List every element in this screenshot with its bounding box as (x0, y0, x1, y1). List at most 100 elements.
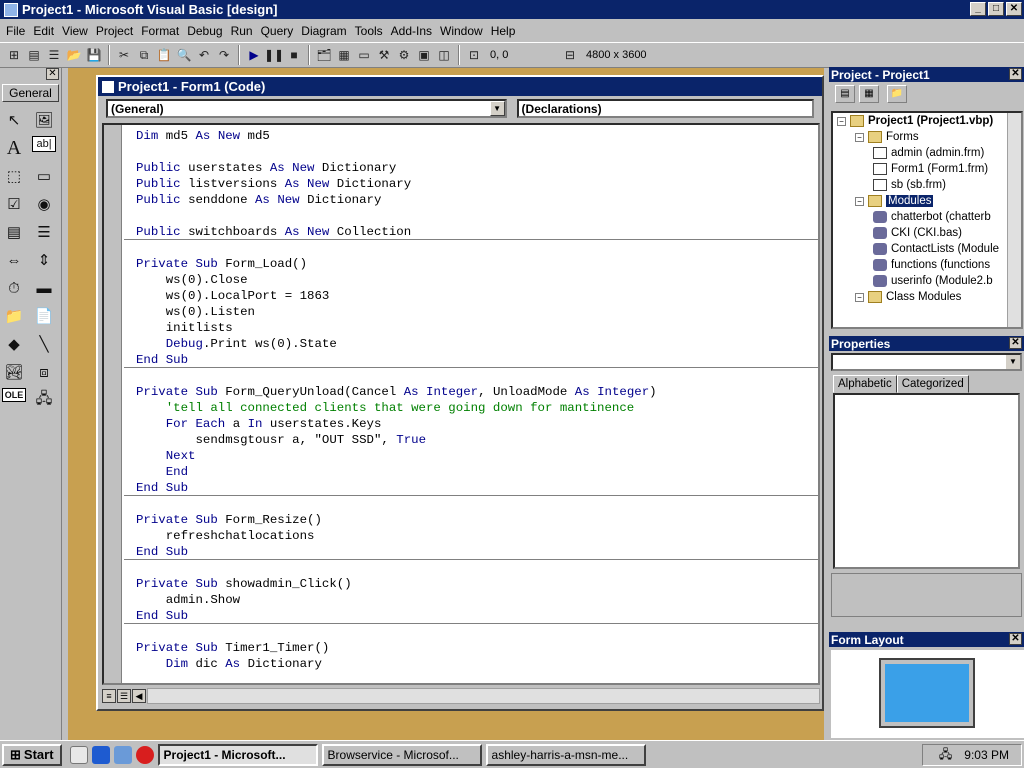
toggle-folders-icon[interactable]: 📁 (887, 85, 907, 103)
collapse-toggle-icon[interactable]: − (855, 132, 864, 142)
picturebox-icon[interactable]: 🖼 (32, 108, 56, 132)
code-line[interactable]: Dim md5 As New md5 (136, 128, 657, 144)
hscrollbar-icon[interactable]: ⇔ (2, 248, 26, 272)
collapse-toggle-icon[interactable]: − (837, 116, 846, 126)
menu-help[interactable]: Help (487, 24, 520, 38)
code-line[interactable]: initlists (136, 320, 657, 336)
vscrollbar-icon[interactable]: ⇕ (32, 248, 56, 272)
toolbox-general-tab[interactable]: General (2, 84, 59, 102)
add-project-icon[interactable]: ⊞ (4, 45, 24, 65)
procedure-combobox[interactable]: (Declarations) (516, 99, 814, 118)
code-line[interactable]: admin.Show (136, 592, 657, 608)
textbox-icon[interactable]: ab| (32, 136, 56, 152)
menu-format[interactable]: Format (137, 24, 183, 38)
object-selector-combobox[interactable]: ▼ (831, 353, 1022, 371)
code-text[interactable]: Dim md5 As New md5 Public userstates As … (136, 128, 657, 672)
tree-node-module[interactable]: CKI (CKI.bas) (833, 225, 1021, 241)
collapse-toggle-icon[interactable]: − (855, 292, 864, 302)
code-line[interactable] (136, 208, 657, 224)
code-line[interactable] (136, 560, 657, 576)
code-line[interactable]: End Sub (136, 608, 657, 624)
code-line[interactable]: sendmsgtousr a, "OUT SSD", True (136, 432, 657, 448)
maximize-button[interactable]: □ (988, 2, 1004, 16)
menu-editor-icon[interactable]: ☰ (44, 45, 64, 65)
properties-close-button[interactable]: ✕ (1009, 337, 1022, 349)
code-line[interactable]: Debug.Print ws(0).State (136, 336, 657, 352)
tree-node-folder[interactable]: − Modules (833, 193, 1021, 209)
dirlistbox-icon[interactable]: 📁 (2, 304, 26, 328)
code-line[interactable]: Public userstates As New Dictionary (136, 160, 657, 176)
start-button[interactable]: ⊞ Start (2, 743, 62, 766)
open-project-icon[interactable]: 📂 (64, 45, 84, 65)
task-browservice[interactable]: Browservice - Microsof... (321, 743, 482, 766)
close-button[interactable]: ✕ (1006, 2, 1022, 16)
data-icon[interactable]: ⧈ (32, 360, 56, 384)
commandbutton-icon[interactable]: ▭ (32, 164, 56, 188)
code-line[interactable]: End (136, 464, 657, 480)
code-line[interactable] (136, 624, 657, 640)
code-window-titlebar[interactable]: Project1 - Form1 (Code) (98, 77, 822, 96)
menu-diagram[interactable]: Diagram (297, 24, 350, 38)
component-manager-icon[interactable]: ◫ (434, 45, 454, 65)
tree-node-folder[interactable]: − Class Modules (833, 289, 1021, 305)
code-line[interactable] (136, 496, 657, 512)
minimize-button[interactable]: _ (970, 2, 986, 16)
start-icon[interactable]: ▶ (244, 45, 264, 65)
tree-vertical-scrollbar[interactable] (1007, 113, 1021, 327)
code-line[interactable]: refreshchatlocations (136, 528, 657, 544)
code-line[interactable] (136, 240, 657, 256)
scroll-left-icon[interactable]: ◀ (132, 689, 146, 703)
code-line[interactable]: Public senddone As New Dictionary (136, 192, 657, 208)
tree-node-module[interactable]: userinfo (Module2.b (833, 273, 1021, 289)
timer-icon[interactable]: ⏱ (2, 276, 26, 300)
scroll-track[interactable] (147, 688, 820, 704)
tab-categorized[interactable]: Categorized (896, 375, 969, 393)
view-code-icon[interactable]: ▤ (835, 85, 855, 103)
undo-icon[interactable]: ↶ (194, 45, 214, 65)
view-object-icon[interactable]: ▦ (859, 85, 879, 103)
combobox-icon[interactable]: ▤ (2, 220, 26, 244)
find-icon[interactable]: 🔍 (174, 45, 194, 65)
optionbutton-icon[interactable]: ◉ (32, 192, 56, 216)
save-project-icon[interactable]: 💾 (84, 45, 104, 65)
code-horizontal-scrollbar[interactable]: ≡ ☰ ◀ (102, 687, 820, 705)
paste-icon[interactable]: 📋 (154, 45, 174, 65)
menu-tools[interactable]: Tools (351, 24, 387, 38)
code-line[interactable]: ws(0).Listen (136, 304, 657, 320)
label-icon[interactable]: A (2, 136, 26, 160)
menu-edit[interactable]: Edit (29, 24, 58, 38)
tab-alphabetic[interactable]: Alphabetic (833, 375, 897, 393)
code-line[interactable]: Dim dic As Dictionary (136, 656, 657, 672)
image-icon[interactable]: 🏞 (2, 360, 26, 384)
menu-window[interactable]: Window (436, 24, 487, 38)
full-module-view-icon[interactable]: ☰ (117, 689, 131, 703)
menu-query[interactable]: Query (257, 24, 298, 38)
winsock-icon[interactable]: 🖧 (32, 388, 56, 412)
project-explorer-icon[interactable]: 🗂 (314, 45, 334, 65)
chevron-down-icon[interactable]: ▼ (489, 101, 505, 116)
code-line[interactable]: End Sub (136, 352, 657, 368)
code-line[interactable]: Private Sub Form_Resize() (136, 512, 657, 528)
menu-project[interactable]: Project (92, 24, 137, 38)
break-icon[interactable]: ❚❚ (264, 45, 284, 65)
code-line[interactable]: End Sub (136, 480, 657, 496)
properties-list[interactable] (833, 393, 1020, 569)
code-editor[interactable]: Dim md5 As New md5 Public userstates As … (102, 123, 820, 685)
code-line[interactable]: ws(0).LocalPort = 1863 (136, 288, 657, 304)
procedure-view-icon[interactable]: ≡ (102, 689, 116, 703)
menu-addins[interactable]: Add-Ins (387, 24, 436, 38)
shape-icon[interactable]: ◆ (2, 332, 26, 356)
tree-node-project[interactable]: − Project1 (Project1.vbp) (833, 113, 1021, 129)
tree-node-module[interactable]: functions (functions (833, 257, 1021, 273)
code-line[interactable]: Private Sub Form_Load() (136, 256, 657, 272)
screen-area[interactable] (885, 664, 969, 722)
redo-icon[interactable]: ↷ (214, 45, 234, 65)
code-line[interactable]: ws(0).Close (136, 272, 657, 288)
code-line[interactable]: End Sub (136, 544, 657, 560)
filelistbox-icon[interactable]: 📄 (32, 304, 56, 328)
add-form-icon[interactable]: ▤ (24, 45, 44, 65)
code-line[interactable]: For Each a In userstates.Keys (136, 416, 657, 432)
ole-icon[interactable]: OLE (2, 388, 26, 402)
line-icon[interactable]: ╲ (32, 332, 56, 356)
code-line[interactable] (136, 368, 657, 384)
